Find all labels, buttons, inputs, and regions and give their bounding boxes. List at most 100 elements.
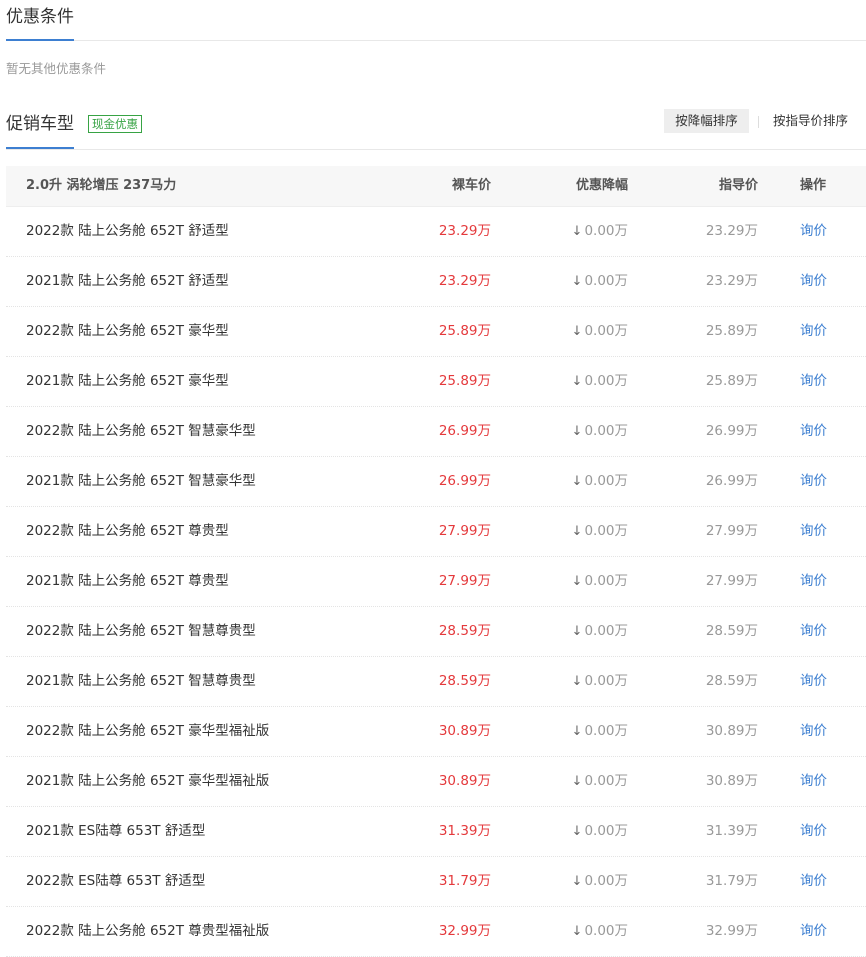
discount-cell: ↓ 0.00万	[572, 207, 628, 256]
inquiry-link[interactable]: 询价	[800, 607, 827, 656]
table-row: 2022款 陆上公务舱 652T 智慧尊贵型 28.59万 ↓ 0.00万 28.59万…	[6, 607, 866, 657]
table-row: 2022款 陆上公务舱 652T 舒适型 23.29万 ↓ 0.00万 23.29万 询价	[6, 207, 866, 257]
bare-price: 27.99万	[438, 523, 491, 539]
bare-price: 25.89万	[438, 373, 491, 389]
inquiry-link[interactable]: 询价	[800, 357, 827, 406]
discount-cell: ↓ 0.00万	[572, 507, 628, 556]
inquiry-link[interactable]: 询价	[800, 457, 827, 506]
arrow-down-icon: ↓	[571, 674, 583, 689]
bare-price: 25.89万	[438, 323, 491, 339]
col-discount-header: 优惠降幅	[575, 178, 628, 193]
arrow-down-icon: ↓	[571, 524, 583, 539]
model-name: 2021款 陆上公务舱 652T 智慧豪华型	[26, 473, 256, 489]
inquiry-link[interactable]: 询价	[800, 257, 827, 306]
arrow-down-icon: ↓	[571, 924, 583, 939]
discount-cell: ↓ 0.00万	[572, 257, 628, 306]
table-row: 2021款 陆上公务舱 652T 尊贵型 27.99万 ↓ 0.00万 27.99万 询价	[6, 557, 866, 607]
guide-price: 31.39万	[705, 823, 758, 839]
inquiry-link[interactable]: 询价	[800, 207, 827, 256]
guide-price: 27.99万	[705, 523, 758, 539]
arrow-down-icon: ↓	[571, 724, 583, 739]
inquiry-link[interactable]: 询价	[800, 557, 827, 606]
inquiry-link[interactable]: 询价	[800, 657, 827, 706]
discount-value: 0.00万	[584, 773, 628, 789]
discount-value: 0.00万	[584, 923, 628, 939]
model-name: 2022款 陆上公务舱 652T 豪华型福祉版	[26, 723, 270, 739]
model-name: 2021款 陆上公务舱 652T 尊贵型	[26, 573, 229, 589]
table-row: 2022款 ES陆尊 653T 舒适型 31.79万 ↓ 0.00万 31.79万 询价	[6, 857, 866, 907]
bare-price: 28.59万	[438, 623, 491, 639]
guide-price: 23.29万	[705, 273, 758, 289]
inquiry-link[interactable]: 询价	[800, 307, 827, 356]
discount-cell: ↓ 0.00万	[572, 407, 628, 456]
inquiry-link[interactable]: 询价	[800, 407, 827, 456]
table-row: 2021款 陆上公务舱 652T 舒适型 23.29万 ↓ 0.00万 23.29万 询价	[6, 257, 866, 307]
guide-price: 26.99万	[705, 423, 758, 439]
table-row: 2022款 陆上公务舱 652T 智慧豪华型 26.99万 ↓ 0.00万 26.99万…	[6, 407, 866, 457]
model-name: 2021款 陆上公务舱 652T 智慧尊贵型	[26, 673, 256, 689]
table-row: 2022款 陆上公务舱 652T 尊贵型 27.99万 ↓ 0.00万 27.99万 询价	[6, 507, 866, 557]
bare-price: 30.89万	[438, 773, 491, 789]
guide-price: 23.29万	[705, 223, 758, 239]
discount-cell: ↓ 0.00万	[572, 857, 628, 906]
bare-price: 23.29万	[438, 223, 491, 239]
model-name: 2021款 陆上公务舱 652T 豪华型	[26, 373, 229, 389]
table-row: 2021款 陆上公务舱 652T 豪华型福祉版 30.89万 ↓ 0.00万 30.89…	[6, 757, 866, 807]
guide-price: 28.59万	[705, 623, 758, 639]
guide-price: 25.89万	[705, 323, 758, 339]
sort-by-guide-price-button[interactable]: 按指导价排序	[773, 109, 848, 133]
model-name: 2022款 陆上公务舱 652T 智慧豪华型	[26, 423, 256, 439]
table-row: 2022款 陆上公务舱 652T 尊贵型福祉版 32.99万 ↓ 0.00万 32.99…	[6, 907, 866, 957]
bare-price: 27.99万	[438, 573, 491, 589]
discount-value: 0.00万	[584, 273, 628, 289]
model-name: 2022款 ES陆尊 653T 舒适型	[26, 873, 206, 889]
discount-value: 0.00万	[584, 573, 628, 589]
arrow-down-icon: ↓	[571, 274, 583, 289]
discount-value: 0.00万	[584, 723, 628, 739]
promo-models-table: 2.0升 涡轮增压 237马力 裸车价 优惠降幅 指导价 操作 2022款 陆上…	[6, 166, 866, 957]
discount-cell: ↓ 0.00万	[572, 707, 628, 756]
cash-discount-tag: 现金优惠	[88, 115, 142, 133]
arrow-down-icon: ↓	[571, 574, 583, 589]
arrow-down-icon: ↓	[571, 824, 583, 839]
table-row: 2021款 陆上公务舱 652T 豪华型 25.89万 ↓ 0.00万 25.89万 询价	[6, 357, 866, 407]
sort-by-discount-button[interactable]: 按降幅排序	[664, 109, 749, 133]
inquiry-link[interactable]: 询价	[800, 907, 827, 956]
model-name: 2022款 陆上公务舱 652T 尊贵型	[26, 523, 229, 539]
discount-conditions-title: 优惠条件	[6, 5, 74, 41]
bare-price: 31.39万	[438, 823, 491, 839]
inquiry-link[interactable]: 询价	[800, 757, 827, 806]
discount-cell: ↓ 0.00万	[572, 907, 628, 956]
model-name: 2021款 陆上公务舱 652T 豪华型福祉版	[26, 773, 270, 789]
discount-cell: ↓ 0.00万	[572, 607, 628, 656]
discount-value: 0.00万	[584, 523, 628, 539]
guide-price: 28.59万	[705, 673, 758, 689]
model-name: 2022款 陆上公务舱 652T 豪华型	[26, 323, 229, 339]
arrow-down-icon: ↓	[571, 874, 583, 889]
discount-value: 0.00万	[584, 473, 628, 489]
discount-cell: ↓ 0.00万	[572, 657, 628, 706]
bare-price: 31.79万	[438, 873, 491, 889]
arrow-down-icon: ↓	[571, 324, 583, 339]
inquiry-link[interactable]: 询价	[800, 507, 827, 556]
col-action-header: 操作	[800, 178, 827, 193]
table-row: 2021款 陆上公务舱 652T 智慧豪华型 26.99万 ↓ 0.00万 26.99万…	[6, 457, 866, 507]
arrow-down-icon: ↓	[571, 424, 583, 439]
inquiry-link[interactable]: 询价	[800, 807, 827, 856]
discount-cell: ↓ 0.00万	[572, 307, 628, 356]
table-row: 2022款 陆上公务舱 652T 豪华型 25.89万 ↓ 0.00万 25.89万 询价	[6, 307, 866, 357]
inquiry-link[interactable]: 询价	[800, 707, 827, 756]
model-name: 2022款 陆上公务舱 652T 尊贵型福祉版	[26, 923, 270, 939]
model-name: 2022款 陆上公务舱 652T 舒适型	[26, 223, 229, 239]
discount-value: 0.00万	[584, 673, 628, 689]
arrow-down-icon: ↓	[571, 774, 583, 789]
discount-value: 0.00万	[584, 823, 628, 839]
promo-models-title: 促销车型	[6, 112, 74, 149]
inquiry-link[interactable]: 询价	[800, 857, 827, 906]
discount-conditions-note: 暂无其他优惠条件	[6, 61, 107, 76]
table-body: 2022款 陆上公务舱 652T 舒适型 23.29万 ↓ 0.00万 23.29万 询价…	[6, 207, 866, 957]
promo-models-header: 促销车型 现金优惠 按降幅排序 按指导价排序	[6, 109, 866, 150]
arrow-down-icon: ↓	[571, 224, 583, 239]
table-header: 2.0升 涡轮增压 237马力 裸车价 优惠降幅 指导价 操作	[6, 166, 866, 207]
col-guide-header: 指导价	[718, 178, 758, 193]
